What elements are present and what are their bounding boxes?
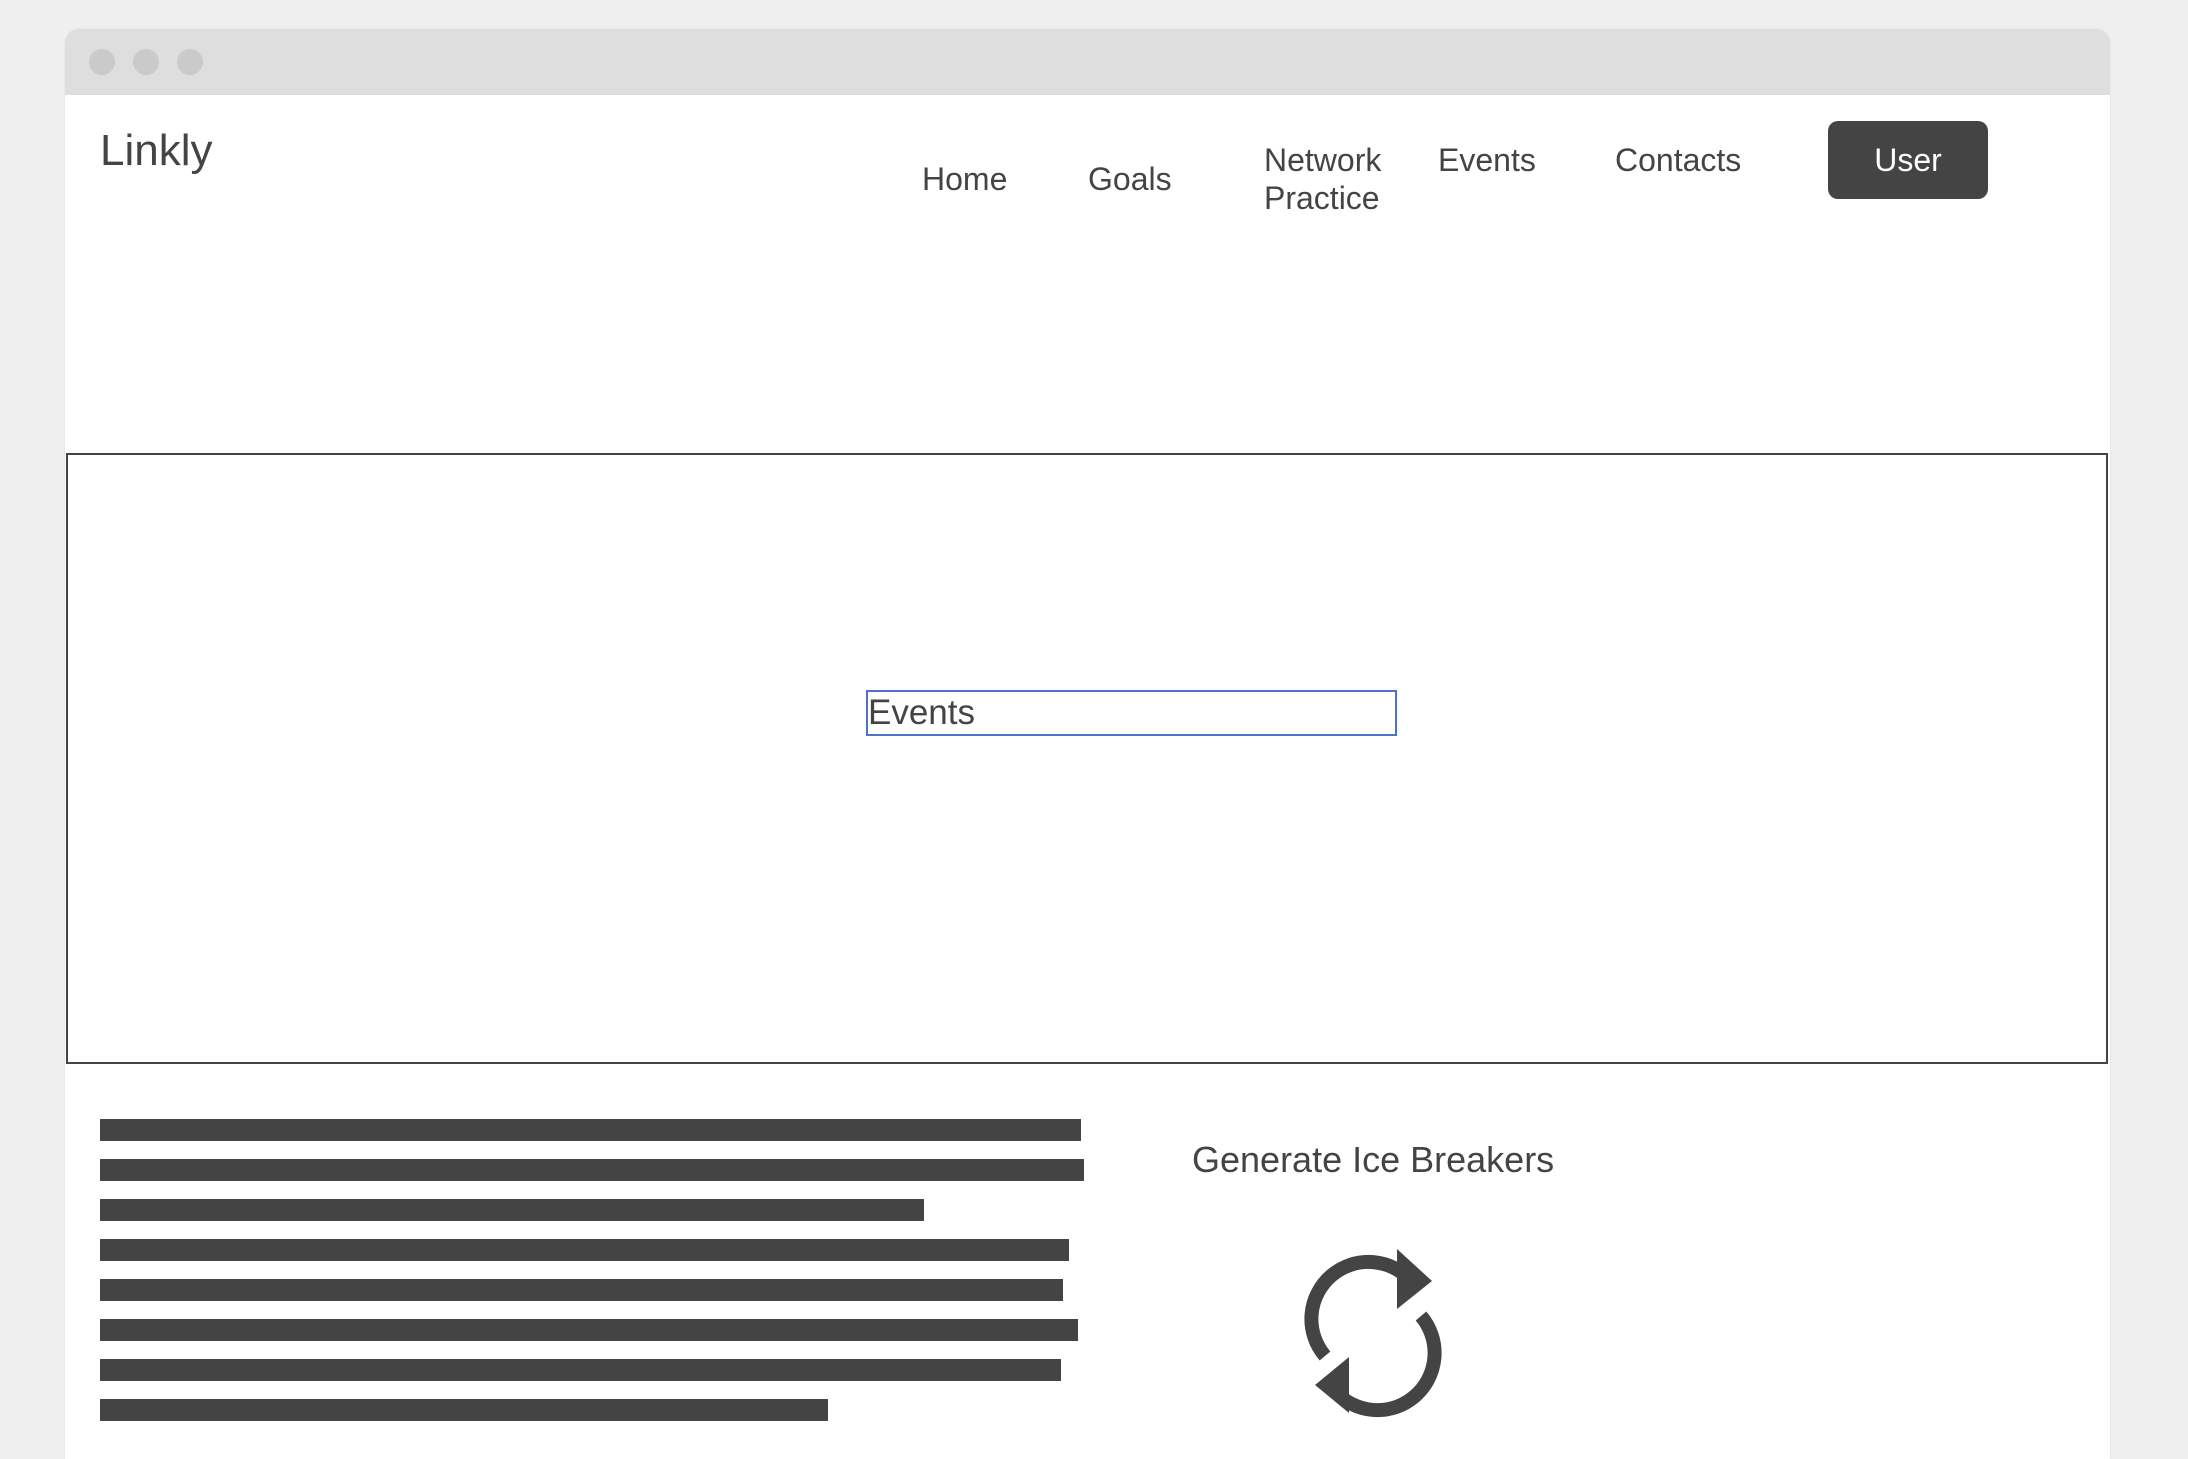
nav-events[interactable]: Events (1438, 141, 1536, 179)
text-line (100, 1359, 1061, 1381)
user-button[interactable]: User (1828, 121, 1988, 199)
text-line (100, 1279, 1063, 1301)
nav-home[interactable]: Home (922, 160, 1007, 198)
browser-window: Linkly Home Goals Network Practice Event… (65, 29, 2110, 1459)
ice-breakers-title: Generate Ice Breakers (1192, 1139, 1555, 1180)
events-title-field[interactable]: Events (866, 690, 1397, 736)
app-logo[interactable]: Linkly (100, 129, 213, 173)
refresh-icon[interactable] (1303, 1219, 1443, 1419)
window-close-dot[interactable] (89, 49, 115, 75)
nav-network-practice[interactable]: Network Practice (1264, 141, 1381, 217)
window-titlebar (65, 29, 2110, 95)
text-line (100, 1199, 924, 1221)
text-line (100, 1119, 1081, 1141)
nav-contacts[interactable]: Contacts (1615, 141, 1741, 179)
text-line (100, 1399, 828, 1421)
text-line (100, 1239, 1069, 1261)
window-maximize-dot[interactable] (177, 49, 203, 75)
hero-banner: Events (66, 453, 2108, 1064)
text-line (100, 1319, 1078, 1341)
nav-network-practice-line2: Practice (1264, 180, 1380, 216)
text-line (100, 1159, 1084, 1181)
nav-network-practice-line1: Network (1264, 142, 1382, 178)
window-minimize-dot[interactable] (133, 49, 159, 75)
nav-goals[interactable]: Goals (1088, 160, 1172, 198)
